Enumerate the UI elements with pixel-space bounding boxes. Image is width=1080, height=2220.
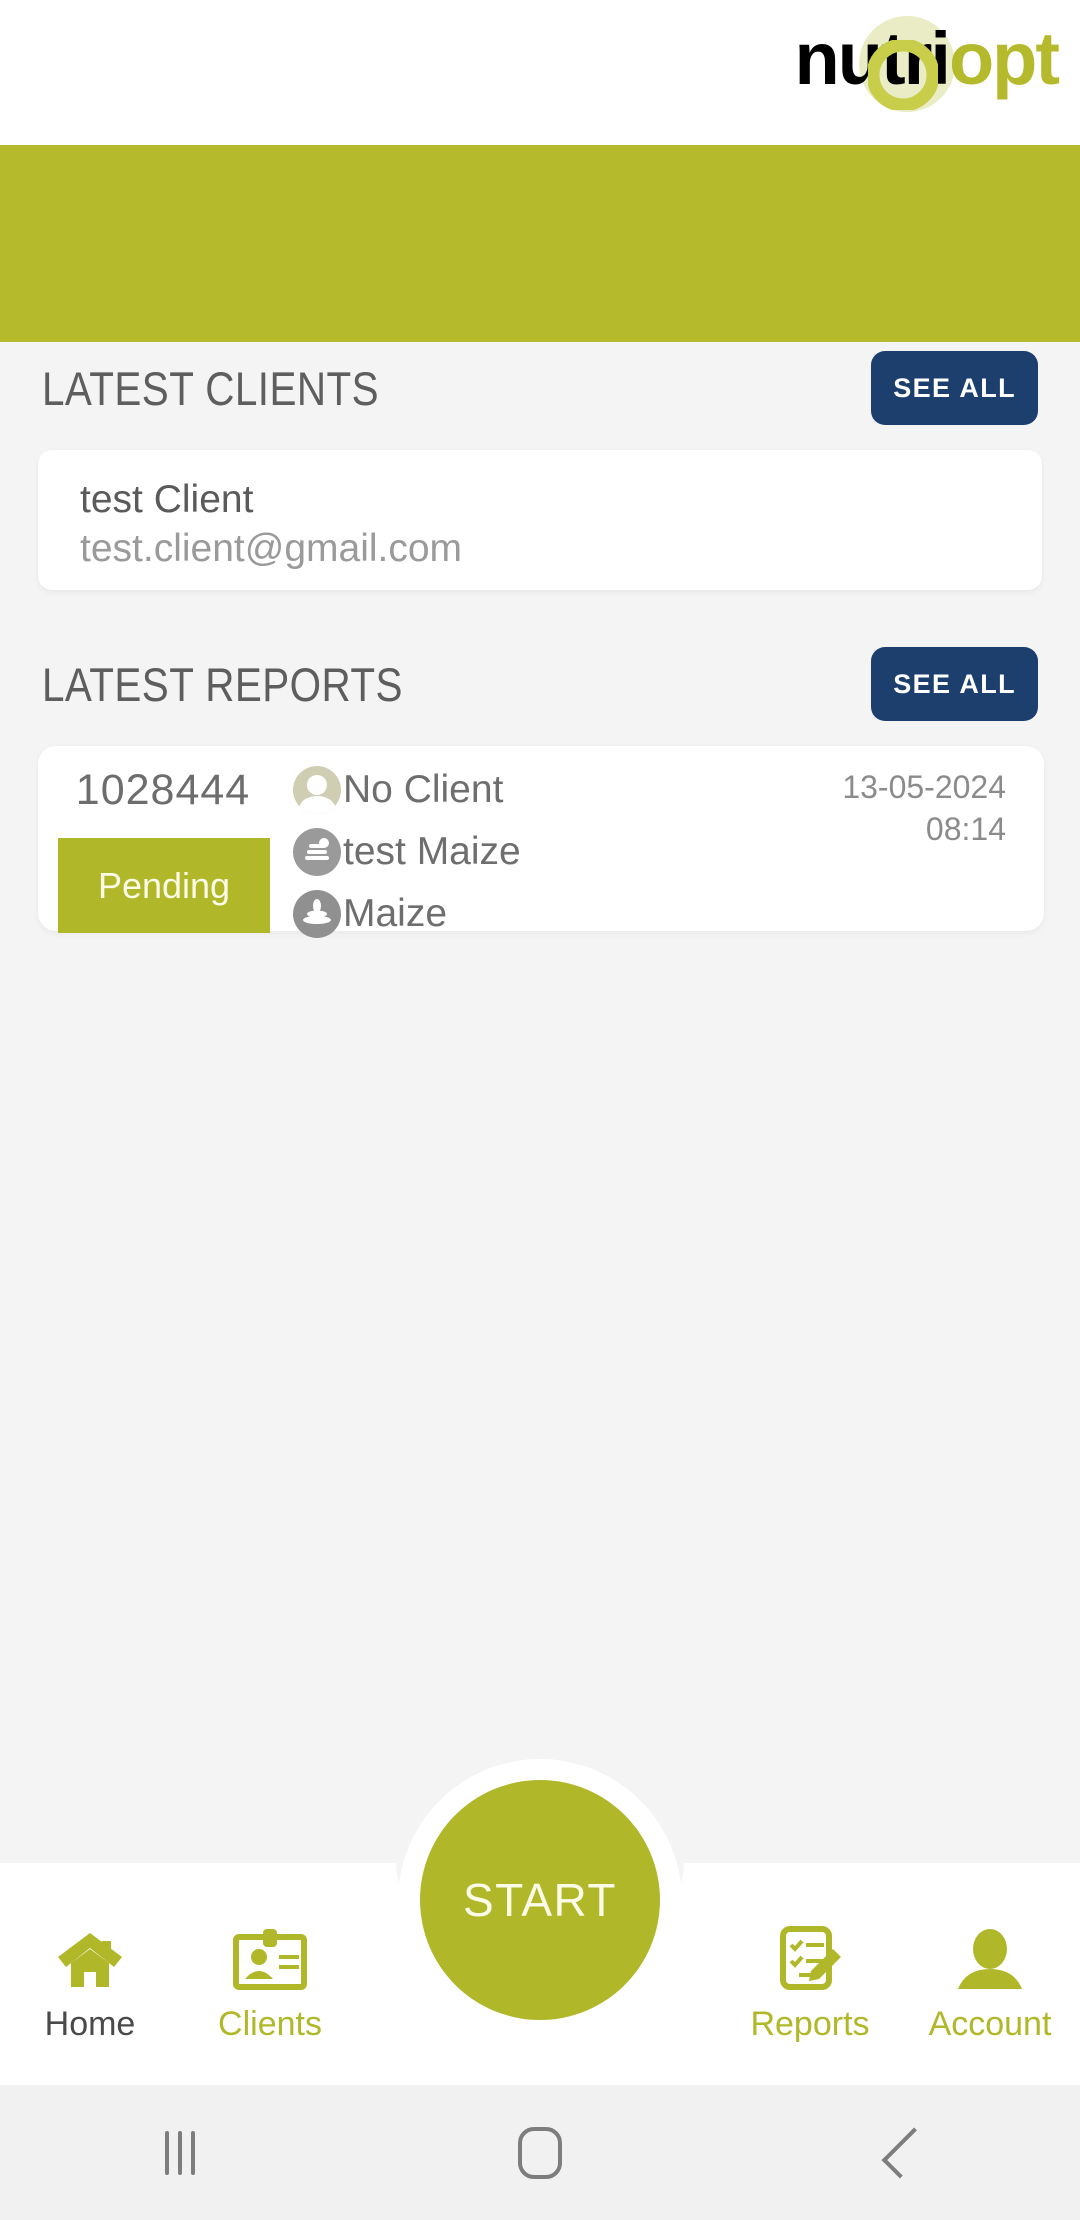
report-crop-name: Maize xyxy=(343,892,448,935)
report-time: 08:14 xyxy=(925,811,1006,847)
android-system-bar xyxy=(0,2085,1080,2220)
report-sample-row: test Maize xyxy=(293,821,723,883)
nav-label-reports: Reports xyxy=(750,2005,870,2043)
app-logo: nutriopt xyxy=(795,14,1060,112)
bottom-navigation-bar: Home Clients Reports Account START xyxy=(0,1759,1080,2085)
report-date: 13-05-2024 xyxy=(842,769,1006,805)
recents-icon xyxy=(165,2130,195,2175)
person-icon xyxy=(956,1915,1024,1993)
system-recents-button[interactable] xyxy=(0,2085,360,2220)
report-client-row: No Client xyxy=(293,759,723,821)
client-list-item[interactable]: test Client test.client@gmail.com xyxy=(38,450,1042,590)
nav-item-home[interactable]: Home xyxy=(0,1915,180,2044)
green-banner xyxy=(0,145,1080,342)
section-title-reports: LATEST REPORTS xyxy=(42,657,403,711)
crop-plant-icon xyxy=(293,890,341,938)
logo-opt-text: opt xyxy=(948,17,1060,100)
app-screen: nutriopt LATEST CLIENTS SEE ALL test Cli… xyxy=(0,0,1080,2220)
see-all-clients-button[interactable]: SEE ALL xyxy=(871,351,1038,425)
back-chevron-icon xyxy=(881,2127,933,2178)
status-badge: Pending xyxy=(58,838,270,933)
latest-reports-header: LATEST REPORTS SEE ALL xyxy=(42,638,1038,730)
section-title-clients: LATEST CLIENTS xyxy=(42,361,379,415)
home-icon xyxy=(54,1915,126,1993)
report-sample-name: test Maize xyxy=(343,830,521,873)
system-home-button[interactable] xyxy=(360,2085,720,2220)
nav-label-home: Home xyxy=(44,2005,136,2043)
main-content: LATEST CLIENTS SEE ALL test Client test.… xyxy=(0,342,1080,1863)
nav-item-clients[interactable]: Clients xyxy=(180,1915,360,2044)
system-back-button[interactable] xyxy=(720,2085,1080,2220)
report-list-item[interactable]: 1028444 Pending No Client test Maize Mai… xyxy=(38,746,1044,938)
nav-item-reports[interactable]: Reports xyxy=(720,1915,900,2044)
latest-clients-header: LATEST CLIENTS SEE ALL xyxy=(42,342,1038,434)
report-detail-rows: No Client test Maize Maize xyxy=(293,759,723,945)
report-timestamp: 13-05-2024 08:14 xyxy=(842,766,1006,850)
sample-icon xyxy=(293,828,341,876)
nav-item-account[interactable]: Account xyxy=(900,1915,1080,2044)
nav-label-clients: Clients xyxy=(218,2005,322,2043)
nav-label-account: Account xyxy=(928,2005,1052,2043)
report-crop-row: Maize xyxy=(293,883,723,945)
start-button[interactable]: START xyxy=(420,1780,660,2020)
see-all-reports-button[interactable]: SEE ALL xyxy=(871,647,1038,721)
id-card-icon xyxy=(231,1915,309,1993)
clipboard-pencil-icon xyxy=(775,1915,845,1993)
person-avatar-icon xyxy=(293,766,341,814)
client-name: test Client xyxy=(80,478,254,521)
home-square-icon xyxy=(518,2126,562,2179)
report-client-name: No Client xyxy=(343,768,504,811)
client-email: test.client@gmail.com xyxy=(80,527,463,570)
logo-bar: nutriopt xyxy=(0,0,1080,145)
report-id: 1028444 xyxy=(75,766,251,814)
logo-ring-icon xyxy=(868,40,938,110)
